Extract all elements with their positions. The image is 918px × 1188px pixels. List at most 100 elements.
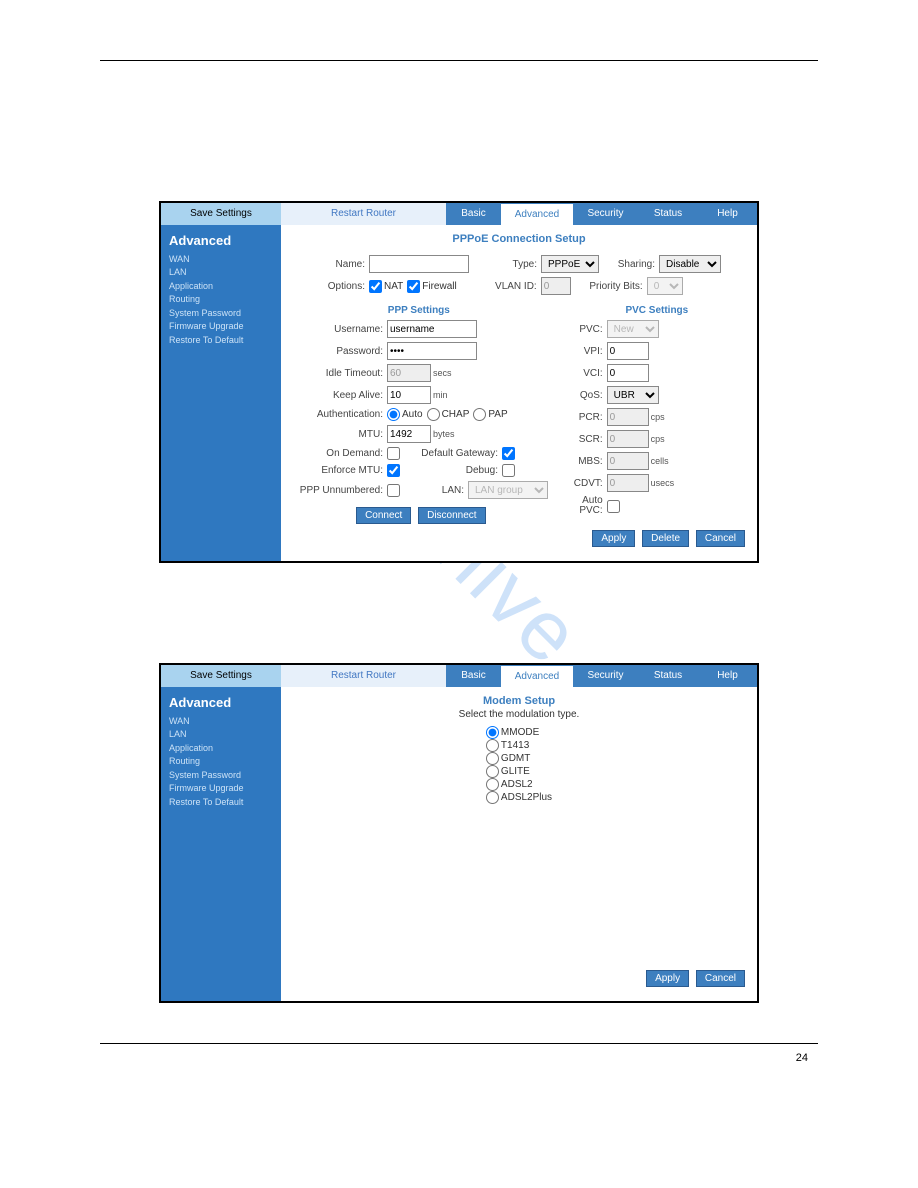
auth-auto-radio[interactable] bbox=[387, 408, 400, 421]
sidebar-item-restore-default[interactable]: Restore To Default bbox=[169, 334, 273, 348]
username-label: Username: bbox=[287, 324, 387, 335]
modem-setup-panel: Save Settings Restart Router Basic Advan… bbox=[159, 663, 759, 1003]
sidebar-item-restore-default-2[interactable]: Restore To Default bbox=[169, 796, 273, 810]
restart-router-button[interactable]: Restart Router bbox=[281, 203, 446, 225]
sidebar-item-wan-2[interactable]: WAN bbox=[169, 715, 273, 729]
cdvt-label: CDVT: bbox=[563, 478, 607, 489]
auth-chap-radio[interactable] bbox=[427, 408, 440, 421]
radio-glite[interactable] bbox=[486, 765, 499, 778]
qos-select[interactable]: UBR bbox=[607, 386, 659, 404]
sidebar-item-system-password-2[interactable]: System Password bbox=[169, 769, 273, 783]
qos-label: QoS: bbox=[563, 390, 607, 401]
keep-unit: min bbox=[431, 390, 448, 400]
debug-checkbox[interactable] bbox=[502, 464, 515, 477]
name-label: Name: bbox=[287, 259, 369, 270]
mtu-input[interactable] bbox=[387, 425, 431, 443]
sharing-select[interactable]: Disable bbox=[659, 255, 721, 273]
mtu-unit: bytes bbox=[431, 429, 455, 439]
ppp-settings-heading: PPP Settings bbox=[287, 305, 551, 316]
auth-pap-label: PAP bbox=[488, 409, 507, 420]
pvc-settings-heading: PVC Settings bbox=[563, 305, 751, 316]
pcr-input bbox=[607, 408, 649, 426]
tab-help[interactable]: Help bbox=[698, 203, 757, 225]
radio-gdmt-label: GDMT bbox=[501, 753, 530, 764]
tab-basic-2[interactable]: Basic bbox=[446, 665, 501, 687]
sidebar: Advanced WAN LAN Application Routing Sys… bbox=[161, 225, 281, 561]
on-demand-label: On Demand: bbox=[287, 448, 387, 459]
sidebar-item-firmware-upgrade[interactable]: Firmware Upgrade bbox=[169, 320, 273, 334]
auto-pvc-label: Auto PVC: bbox=[563, 496, 607, 516]
connect-button[interactable]: Connect bbox=[356, 507, 411, 524]
disconnect-button[interactable]: Disconnect bbox=[418, 507, 485, 524]
default-gateway-label: Default Gateway: bbox=[402, 448, 502, 459]
restart-router-button-2[interactable]: Restart Router bbox=[281, 665, 446, 687]
auto-pvc-checkbox[interactable] bbox=[607, 500, 620, 513]
priority-bits-label: Priority Bits: bbox=[571, 281, 647, 292]
idle-unit: secs bbox=[431, 368, 452, 378]
radio-t1413-label: T1413 bbox=[501, 740, 529, 751]
tab-help-2[interactable]: Help bbox=[698, 665, 757, 687]
sidebar-item-system-password[interactable]: System Password bbox=[169, 307, 273, 321]
enforce-mtu-checkbox[interactable] bbox=[387, 464, 400, 477]
save-settings-button[interactable]: Save Settings bbox=[161, 203, 281, 225]
idle-timeout-label: Idle Timeout: bbox=[287, 368, 387, 379]
radio-adsl2plus[interactable] bbox=[486, 791, 499, 804]
scr-label: SCR: bbox=[563, 434, 607, 445]
on-demand-checkbox[interactable] bbox=[387, 447, 400, 460]
auth-pap-radio[interactable] bbox=[473, 408, 486, 421]
mbs-input bbox=[607, 452, 649, 470]
pcr-unit: cps bbox=[649, 412, 665, 422]
save-settings-button-2[interactable]: Save Settings bbox=[161, 665, 281, 687]
sidebar-item-lan[interactable]: LAN bbox=[169, 266, 273, 280]
delete-button[interactable]: Delete bbox=[642, 530, 689, 547]
tab-advanced[interactable]: Advanced bbox=[501, 203, 573, 225]
type-label: Type: bbox=[469, 259, 541, 270]
default-gateway-checkbox[interactable] bbox=[502, 447, 515, 460]
radio-adsl2plus-label: ADSL2Plus bbox=[501, 792, 552, 803]
cancel-button-2[interactable]: Cancel bbox=[696, 970, 745, 987]
cdvt-unit: usecs bbox=[649, 478, 675, 488]
sidebar-item-wan[interactable]: WAN bbox=[169, 253, 273, 267]
sidebar-item-application-2[interactable]: Application bbox=[169, 742, 273, 756]
type-select[interactable]: PPPoE bbox=[541, 255, 599, 273]
name-input[interactable] bbox=[369, 255, 469, 273]
apply-button-2[interactable]: Apply bbox=[646, 970, 689, 987]
cancel-button[interactable]: Cancel bbox=[696, 530, 745, 547]
firewall-checkbox[interactable] bbox=[407, 280, 420, 293]
radio-mmode[interactable] bbox=[486, 726, 499, 739]
sidebar-item-application[interactable]: Application bbox=[169, 280, 273, 294]
sidebar-heading: Advanced bbox=[169, 231, 273, 251]
vpi-input[interactable] bbox=[607, 342, 649, 360]
page-number: 24 bbox=[796, 1052, 808, 1064]
radio-adsl2[interactable] bbox=[486, 778, 499, 791]
tab-security[interactable]: Security bbox=[573, 203, 638, 225]
vci-input[interactable] bbox=[607, 364, 649, 382]
tab-advanced-2[interactable]: Advanced bbox=[501, 665, 573, 687]
cdvt-input bbox=[607, 474, 649, 492]
sidebar-item-routing-2[interactable]: Routing bbox=[169, 755, 273, 769]
radio-gdmt[interactable] bbox=[486, 752, 499, 765]
sidebar-heading-2: Advanced bbox=[169, 693, 273, 713]
sidebar-item-firmware-upgrade-2[interactable]: Firmware Upgrade bbox=[169, 782, 273, 796]
top-nav-2: Save Settings Restart Router Basic Advan… bbox=[161, 665, 757, 687]
nat-checkbox[interactable] bbox=[369, 280, 382, 293]
sidebar-item-routing[interactable]: Routing bbox=[169, 293, 273, 307]
tab-security-2[interactable]: Security bbox=[573, 665, 638, 687]
modulation-list: MMODE T1413 GDMT GLITE ADSL2 ADSL2Plus bbox=[486, 726, 552, 804]
sidebar-item-lan-2[interactable]: LAN bbox=[169, 728, 273, 742]
mbs-label: MBS: bbox=[563, 456, 607, 467]
ppp-unnumbered-checkbox[interactable] bbox=[387, 484, 400, 497]
password-input[interactable] bbox=[387, 342, 477, 360]
apply-button[interactable]: Apply bbox=[592, 530, 635, 547]
username-input[interactable] bbox=[387, 320, 477, 338]
radio-adsl2-label: ADSL2 bbox=[501, 779, 533, 790]
tab-basic[interactable]: Basic bbox=[446, 203, 501, 225]
pvc-select: New bbox=[607, 320, 659, 338]
mtu-label: MTU: bbox=[287, 429, 387, 440]
tab-status-2[interactable]: Status bbox=[638, 665, 698, 687]
auth-auto-label: Auto bbox=[402, 409, 423, 420]
keep-alive-input[interactable] bbox=[387, 386, 431, 404]
password-label: Password: bbox=[287, 346, 387, 357]
radio-t1413[interactable] bbox=[486, 739, 499, 752]
tab-status[interactable]: Status bbox=[638, 203, 698, 225]
